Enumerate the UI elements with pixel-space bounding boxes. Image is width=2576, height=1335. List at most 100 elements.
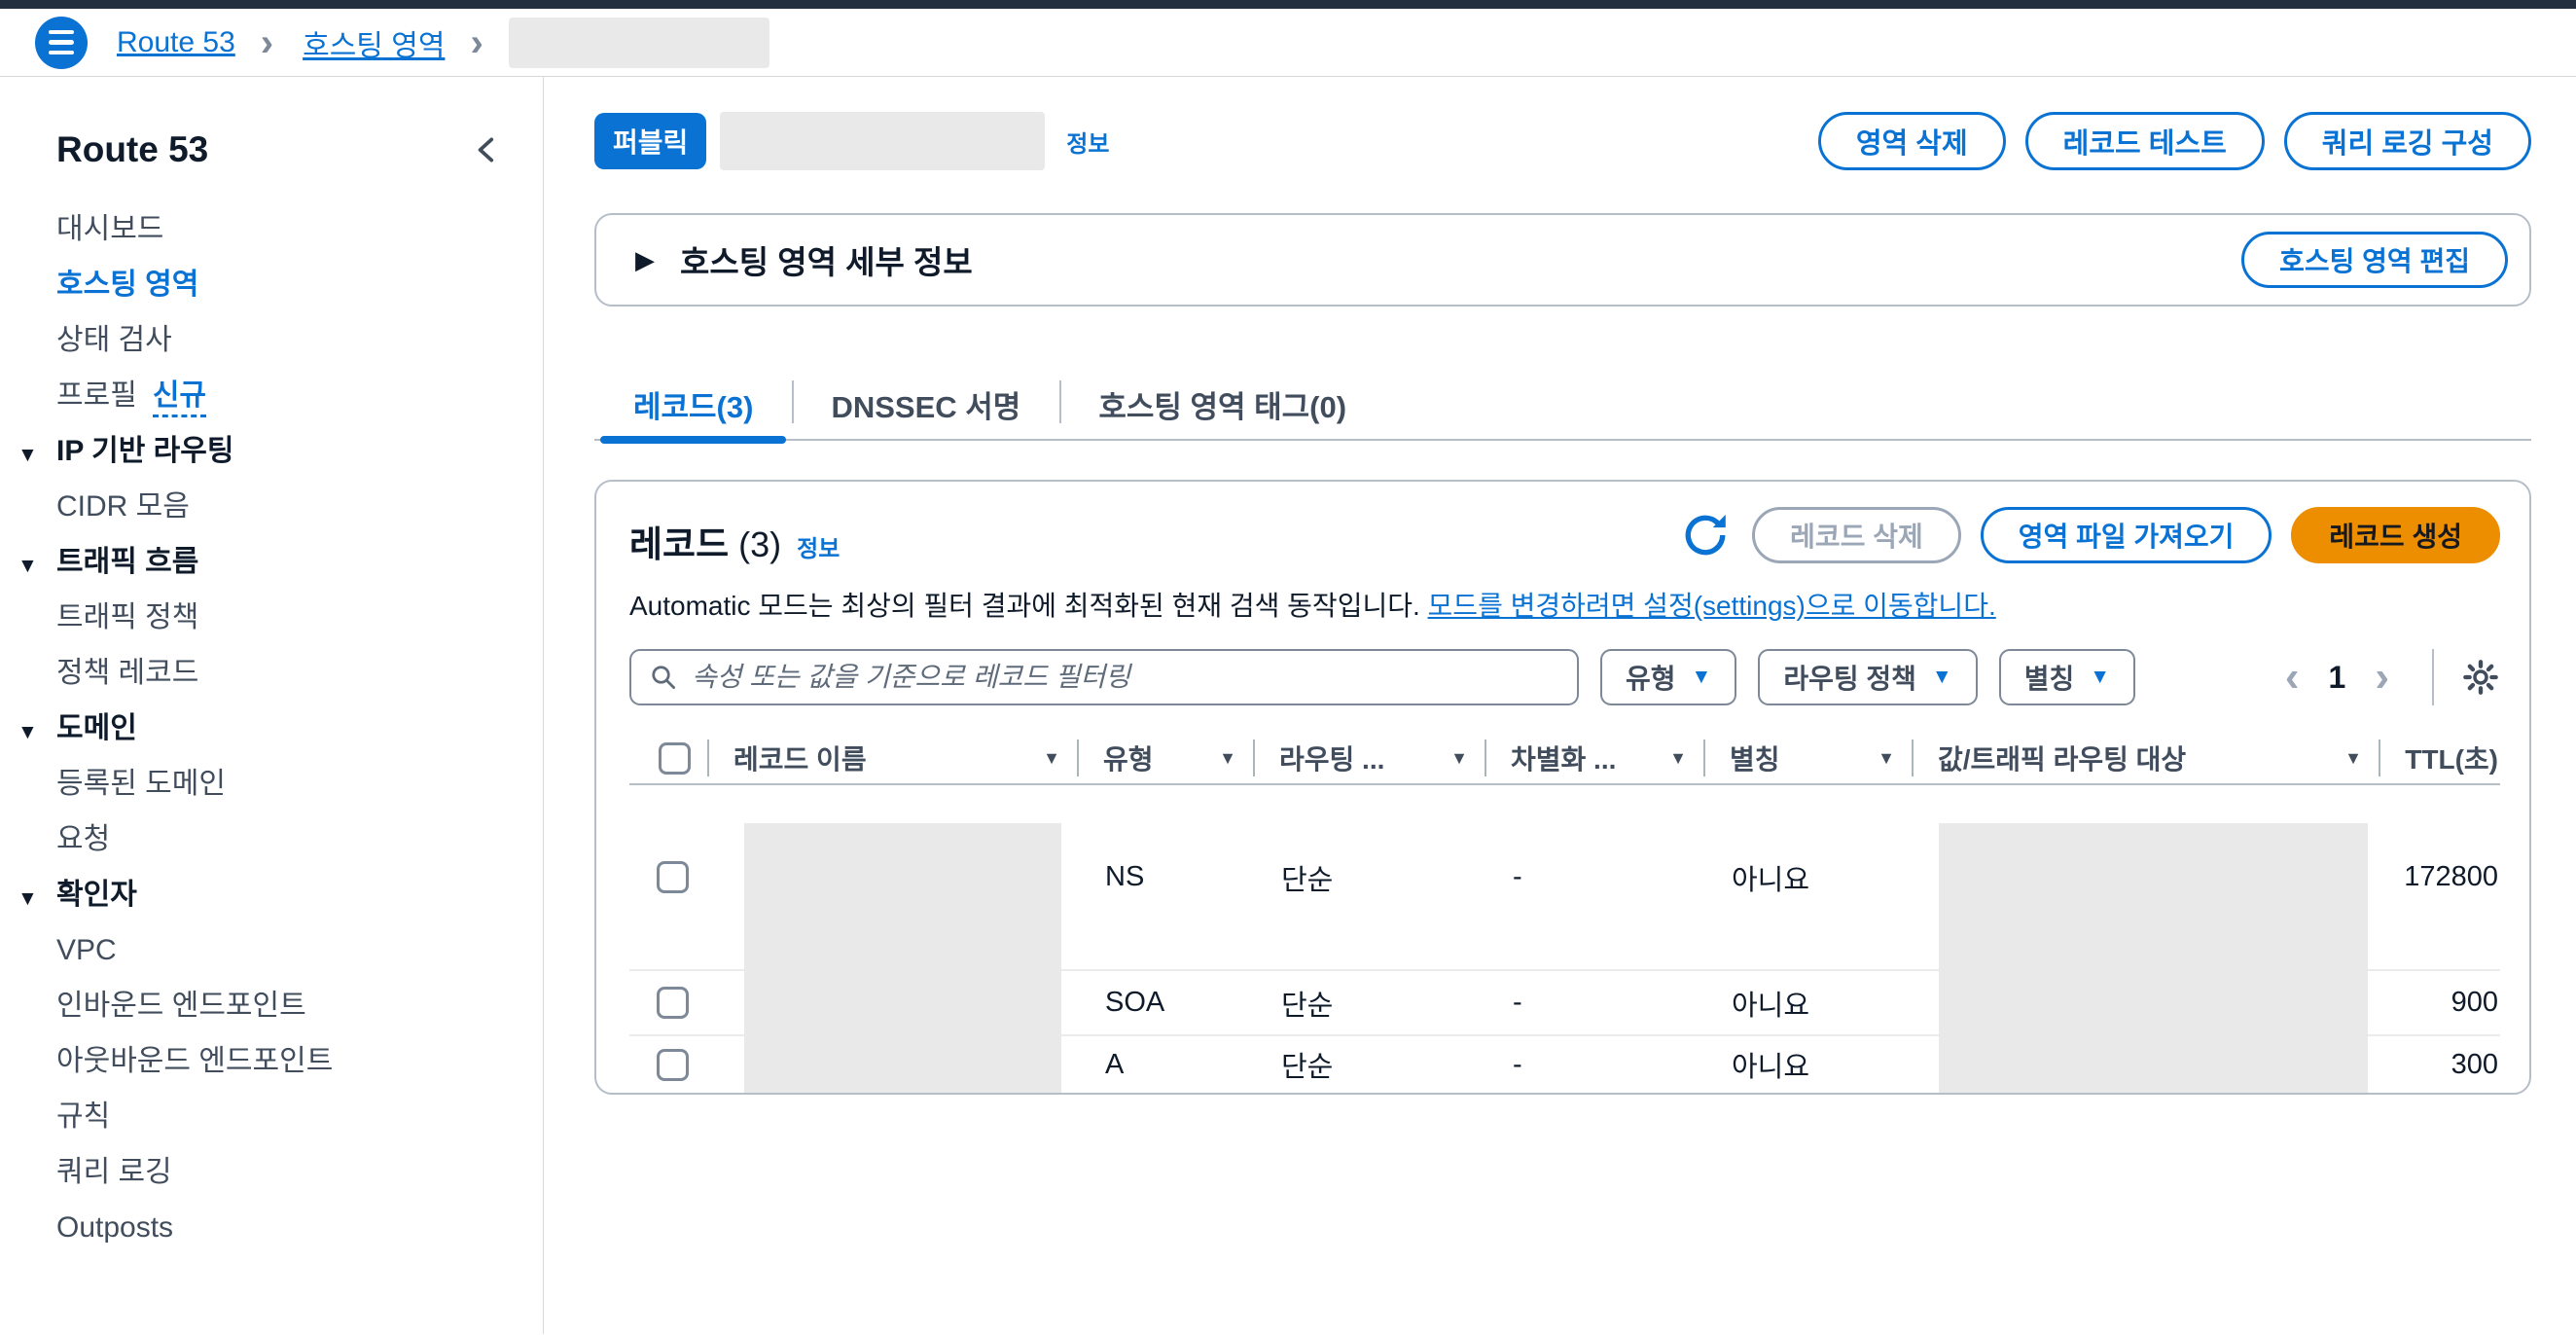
column-header-record-name[interactable]: 레코드 이름 ▼: [708, 733, 1078, 783]
sidebar-item-policy-records[interactable]: 정책 레코드: [56, 657, 504, 689]
sidebar-item-hosted-zones[interactable]: 호스팅 영역: [56, 269, 504, 301]
sidebar-section-resolver[interactable]: ▼확인자: [56, 879, 504, 911]
delete-record-button[interactable]: 레코드 삭제: [1752, 507, 1961, 563]
menu-icon[interactable]: [35, 17, 88, 69]
cell-routing: 단순: [1254, 785, 1485, 969]
type-filter-dropdown[interactable]: 유형 ▼: [1600, 649, 1736, 705]
cell-ttl: 900: [2379, 971, 2500, 1034]
cell-ttl: 300: [2379, 1036, 2500, 1093]
records-title: 레코드: [629, 515, 729, 567]
redacted-zone-title: [720, 112, 1045, 170]
records-info-link[interactable]: 정보: [797, 529, 840, 563]
edit-hosted-zone-button[interactable]: 호스팅 영역 편집: [2241, 232, 2508, 288]
refresh-icon[interactable]: [1678, 508, 1733, 562]
prev-page-icon[interactable]: ‹: [2285, 656, 2300, 699]
sort-icon: ▼: [1043, 748, 1060, 769]
gear-icon[interactable]: [2461, 658, 2500, 697]
chevron-down-icon: ▼: [1932, 666, 1952, 689]
routing-policy-filter-dropdown[interactable]: 라우팅 정책▼: [1758, 649, 1977, 705]
column-header-alias[interactable]: 별칭 ▼: [1704, 733, 1913, 783]
cell-alias: 아니요: [1704, 971, 1913, 1034]
search-input[interactable]: [629, 649, 1579, 705]
zone-info-link[interactable]: 정보: [1066, 125, 1109, 159]
cell-routing: 단순: [1254, 971, 1485, 1034]
test-record-button[interactable]: 레코드 테스트: [2025, 112, 2265, 170]
column-label: 별칭: [1730, 739, 1780, 777]
alias-filter-dropdown[interactable]: 별칭▼: [1999, 649, 2135, 705]
cell-type: SOA: [1078, 971, 1254, 1034]
column-label: 값/트래픽 라우팅 대상: [1938, 739, 2186, 777]
create-record-button[interactable]: 레코드 생성: [2291, 507, 2500, 563]
tab-dnssec[interactable]: DNSSEC 서명: [792, 369, 1059, 439]
row-checkbox[interactable]: [657, 861, 689, 893]
sort-icon: ▼: [1878, 748, 1895, 769]
sidebar-item-profiles[interactable]: 프로필신규: [56, 379, 504, 412]
sidebar-item-outposts[interactable]: Outposts: [56, 1211, 504, 1244]
redacted-record-values: [1939, 823, 2368, 1093]
sidebar-item-cidr-collections[interactable]: CIDR 모음: [56, 490, 504, 523]
dropdown-label: 별칭: [2024, 658, 2075, 697]
chevron-right-icon: ›: [470, 23, 483, 62]
column-label: 차별화 ...: [1511, 739, 1616, 777]
import-zone-file-button[interactable]: 영역 파일 가져오기: [1981, 507, 2272, 563]
redacted-record-names: [744, 823, 1061, 1093]
sidebar-item-rules[interactable]: 규칙: [56, 1100, 504, 1133]
sidebar-item-registered-domains[interactable]: 등록된 도메인: [56, 768, 504, 800]
dropdown-label: 유형: [1626, 658, 1676, 697]
redacted-zone-name: [509, 18, 769, 68]
settings-link[interactable]: 모드를 변경하려면 설정(settings)으로 이동합니다.: [1428, 591, 1996, 621]
sidebar-item-health-checks[interactable]: 상태 검사: [56, 324, 504, 356]
sidebar-section-label: 도메인: [56, 712, 137, 744]
sidebar-item-traffic-policies[interactable]: 트래픽 정책: [56, 601, 504, 633]
configure-query-logging-button[interactable]: 쿼리 로깅 구성: [2284, 112, 2531, 170]
cell-type: NS: [1078, 785, 1254, 969]
sidebar-item-query-logging[interactable]: 쿼리 로깅: [56, 1156, 504, 1188]
sidebar-item-inbound-endpoints[interactable]: 인바운드 엔드포인트: [56, 990, 504, 1022]
column-label: 라우팅 ...: [1279, 739, 1384, 777]
tab-records[interactable]: 레코드(3): [594, 369, 792, 439]
sort-icon: ▼: [1450, 748, 1468, 769]
sidebar-section-domains[interactable]: ▼도메인: [56, 712, 504, 744]
expand-caret-icon[interactable]: ▶: [635, 245, 655, 275]
delete-zone-button[interactable]: 영역 삭제: [1818, 112, 2006, 170]
tab-zone-tags[interactable]: 호스팅 영역 태그(0): [1059, 369, 1385, 439]
chevron-right-icon: ›: [261, 23, 273, 62]
sort-icon: ▼: [2344, 748, 2362, 769]
row-checkbox[interactable]: [657, 987, 689, 1019]
current-page[interactable]: 1: [2329, 660, 2346, 696]
collapse-sidebar-icon[interactable]: [471, 133, 504, 166]
section-caret-icon: ▼: [18, 883, 38, 915]
sidebar-item-vpc[interactable]: VPC: [56, 934, 504, 966]
sidebar-section-ip-routing[interactable]: ▼IP 기반 라우팅: [56, 435, 504, 467]
public-badge: 퍼블릭: [594, 113, 706, 169]
column-header-differentiator[interactable]: 차별화 ... ▼: [1485, 733, 1704, 783]
sidebar-section-traffic-flow[interactable]: ▼트래픽 흐름: [56, 546, 504, 578]
next-page-icon[interactable]: ›: [2375, 656, 2389, 699]
column-header-type[interactable]: 유형 ▼: [1078, 733, 1254, 783]
breadcrumb-hosted-zones[interactable]: 호스팅 영역: [303, 21, 445, 64]
section-caret-icon: ▼: [18, 439, 38, 471]
new-badge-link[interactable]: 신규: [153, 379, 206, 417]
records-count: (3): [738, 524, 781, 565]
description-text: Automatic 모드는 최상의 필터 결과에 최적화된 현재 검색 동작입니…: [629, 591, 1420, 621]
select-all-checkbox[interactable]: [659, 742, 691, 775]
section-caret-icon: ▼: [18, 716, 38, 748]
cell-differentiator: -: [1485, 971, 1704, 1034]
sidebar-item-requests[interactable]: 요청: [56, 823, 504, 855]
aws-topnav-edge: [0, 0, 2576, 9]
sidebar: Route 53 대시보드 호스팅 영역 상태 검사 프로필신규 ▼IP 기반 …: [0, 77, 544, 1334]
records-table: 레코드 이름 ▼ 유형 ▼ 라우팅 ... ▼ 차별화 ... ▼: [629, 733, 2500, 1093]
sidebar-item-label: 프로필: [56, 379, 137, 412]
cell-differentiator: -: [1485, 785, 1704, 969]
sidebar-item-outbound-endpoints[interactable]: 아웃바운드 엔드포인트: [56, 1045, 504, 1077]
details-panel-title[interactable]: 호스팅 영역 세부 정보: [680, 236, 973, 283]
row-checkbox[interactable]: [657, 1049, 689, 1081]
column-header-routing[interactable]: 라우팅 ... ▼: [1254, 733, 1485, 783]
breadcrumb: Route 53 › 호스팅 영역 ›: [0, 9, 2576, 77]
sidebar-item-dashboard[interactable]: 대시보드: [56, 213, 504, 245]
chevron-down-icon: ▼: [1692, 666, 1712, 689]
sidebar-section-label: 트래픽 흐름: [56, 546, 198, 578]
breadcrumb-route53[interactable]: Route 53: [117, 26, 235, 59]
search-icon: [649, 663, 678, 692]
column-header-value[interactable]: 값/트래픽 라우팅 대상 ▼: [1913, 733, 2379, 783]
